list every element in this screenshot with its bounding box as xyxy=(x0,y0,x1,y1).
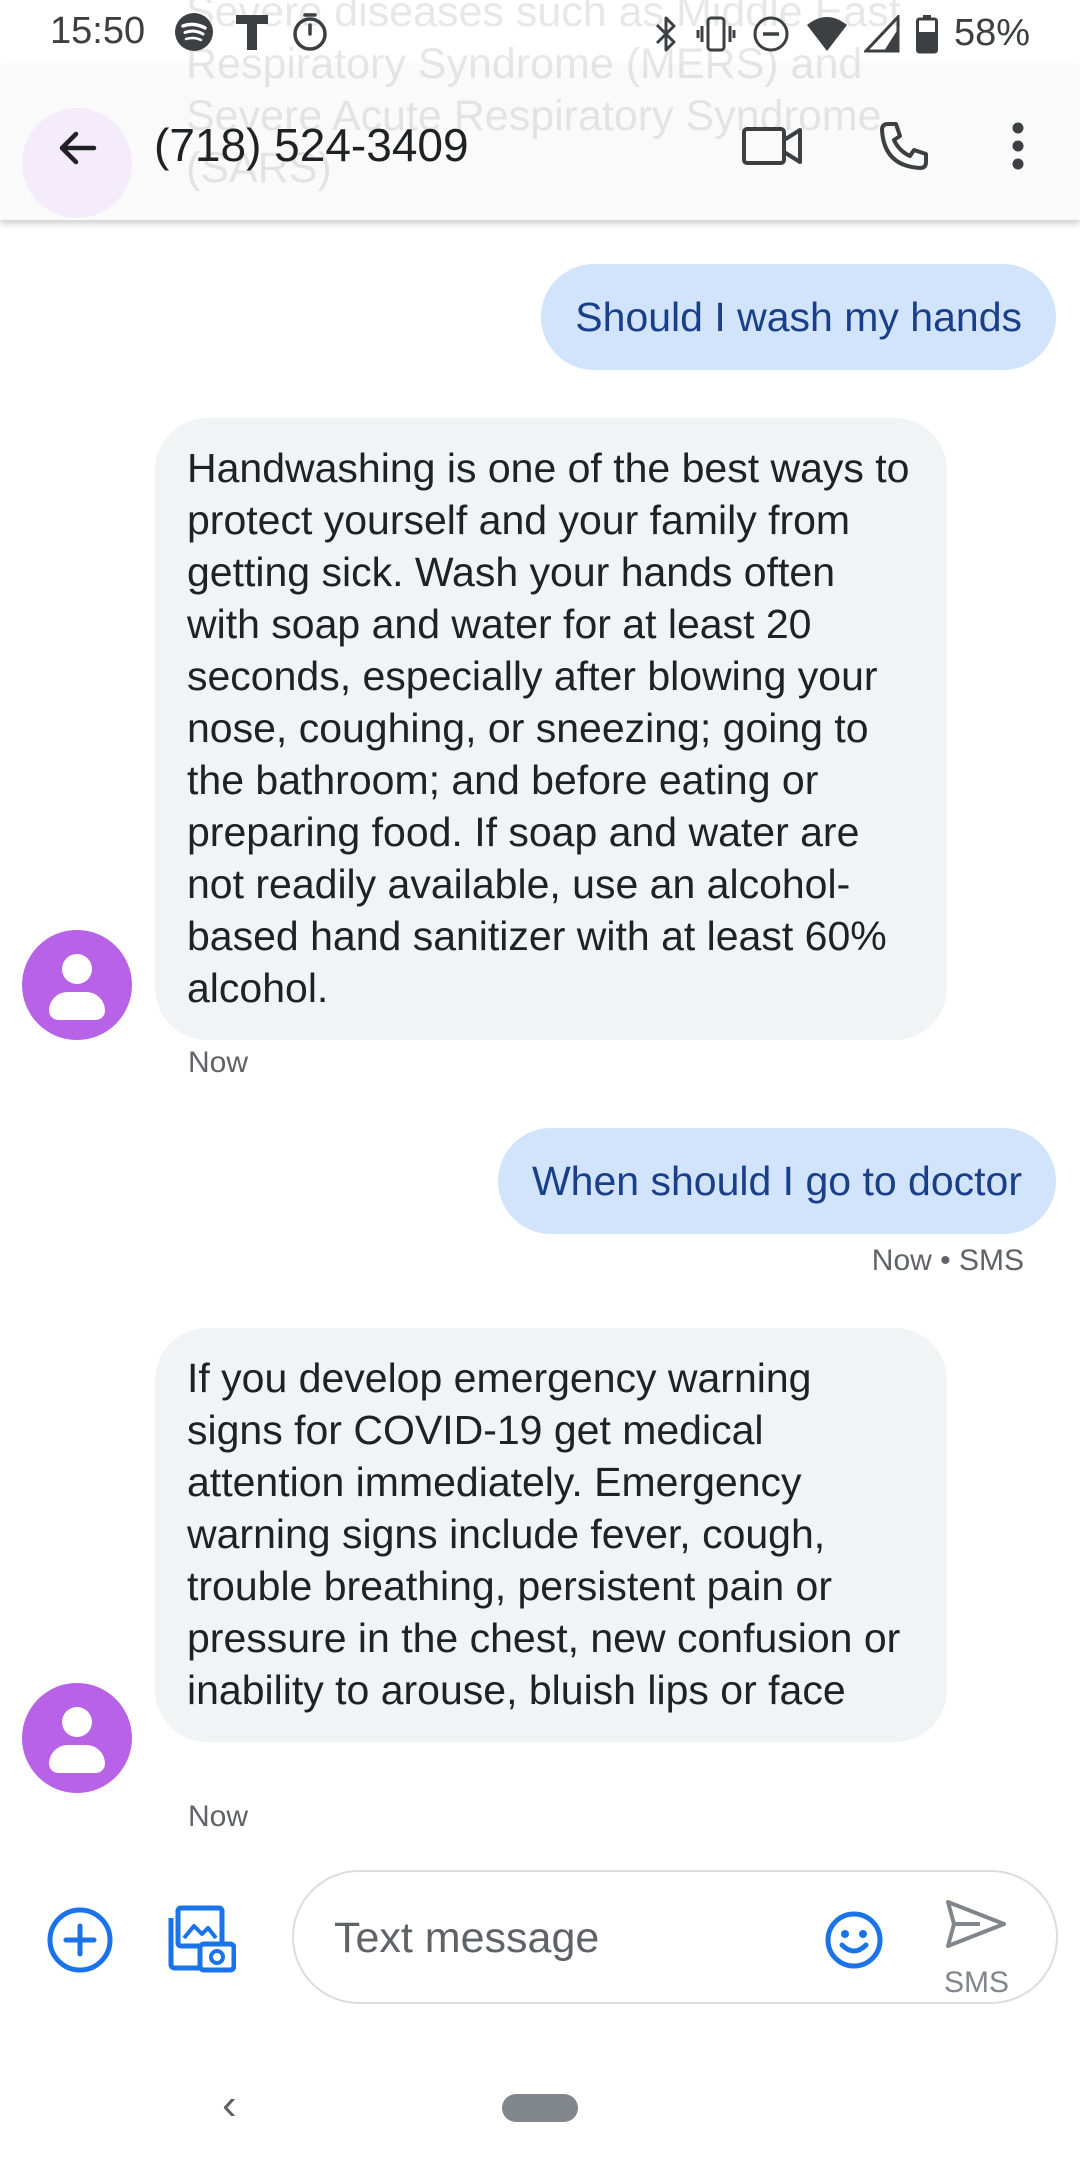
status-time: 15:50 xyxy=(50,10,146,52)
gallery-button[interactable] xyxy=(162,1900,240,1978)
status-bar: 15:50 58% xyxy=(0,0,1080,64)
bluetooth-icon xyxy=(652,14,680,54)
emoji-button[interactable] xyxy=(822,1908,886,1972)
t-app-icon xyxy=(234,12,270,52)
message-input-container[interactable]: SMS xyxy=(292,1870,1058,2004)
person-icon-head xyxy=(62,954,92,984)
navigation-bar: ‹ xyxy=(0,2030,1080,2160)
message-input[interactable] xyxy=(332,1902,756,1974)
battery-percent: 58% xyxy=(953,12,1030,54)
gallery-camera-icon xyxy=(168,1905,236,1973)
conversation-thread[interactable]: Should I wash my hands Handwashing is on… xyxy=(0,220,1080,1860)
wifi-icon xyxy=(806,15,848,53)
message-status: Now • SMS xyxy=(871,1244,1024,1277)
spotify-icon xyxy=(174,12,214,52)
contact-avatar[interactable] xyxy=(22,930,132,1040)
send-button[interactable] xyxy=(938,1892,1014,1956)
contact-avatar[interactable] xyxy=(22,1683,132,1793)
message-timestamp: Now xyxy=(188,1800,249,1833)
nav-back-chevron-icon[interactable]: ‹ xyxy=(222,2080,237,2130)
send-label: SMS xyxy=(944,1966,1010,1999)
timer-icon xyxy=(290,12,330,52)
nav-home-pill[interactable] xyxy=(502,2094,578,2122)
person-icon-body xyxy=(49,1745,105,1773)
incoming-message-bubble[interactable]: Handwashing is one of the best ways to p… xyxy=(155,418,947,1040)
message-timestamp: Now xyxy=(188,1046,249,1079)
outgoing-message-bubble[interactable]: When should I go to doctor xyxy=(497,1128,1056,1234)
signal-icon xyxy=(863,14,900,53)
more-options-icon xyxy=(1012,122,1024,170)
person-icon-body xyxy=(49,992,105,1020)
add-attachment-button[interactable] xyxy=(42,1902,118,1978)
incoming-message-bubble[interactable]: If you develop emergency warning signs f… xyxy=(155,1328,947,1742)
do-not-disturb-icon xyxy=(752,15,790,53)
send-icon xyxy=(946,1900,1006,1948)
back-button[interactable] xyxy=(46,116,110,180)
emoji-icon xyxy=(825,1911,883,1969)
arrow-back-icon xyxy=(59,131,97,165)
outgoing-message-bubble[interactable]: Should I wash my hands xyxy=(541,264,1056,370)
vibrate-icon xyxy=(696,14,736,54)
add-circle-icon xyxy=(47,1907,113,1973)
more-options-button[interactable] xyxy=(982,110,1054,182)
person-icon-head xyxy=(62,1707,92,1737)
compose-bar: SMS xyxy=(0,1860,1080,2020)
battery-icon xyxy=(915,14,938,54)
